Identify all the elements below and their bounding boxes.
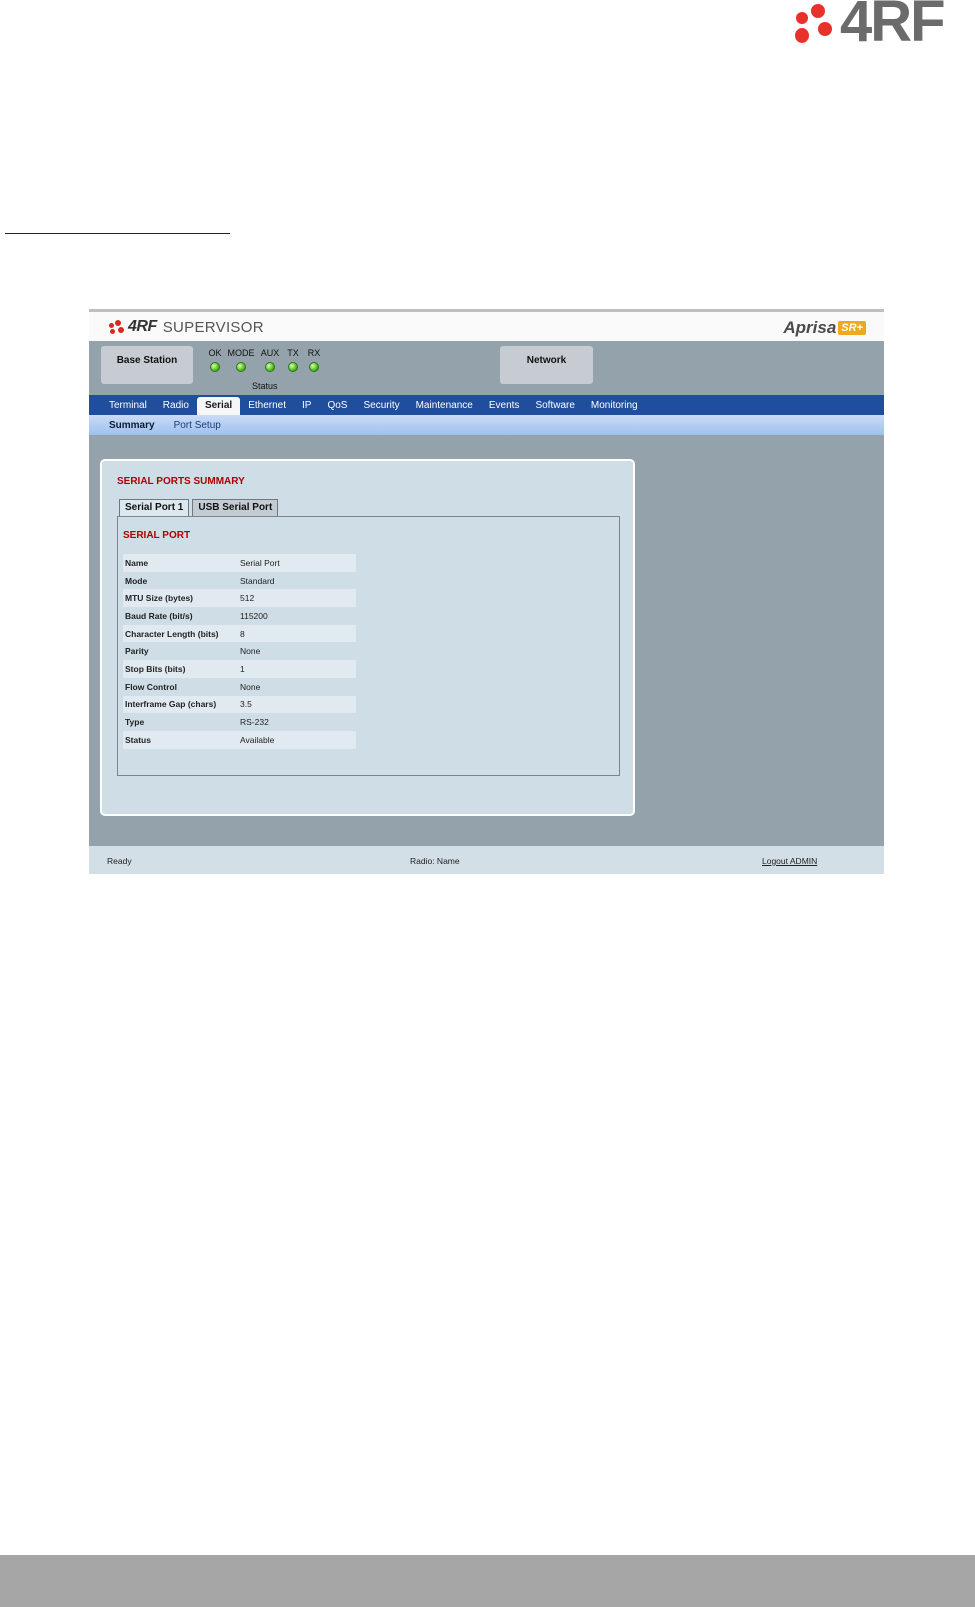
serial-port-table: Name Serial Port Mode Standard MTU Size (b… xyxy=(123,554,356,749)
port-tabs: Serial Port 1 USB Serial Port xyxy=(119,499,281,517)
row-key: MTU Size (bytes) xyxy=(123,589,238,608)
logo-dot-icon xyxy=(795,28,809,43)
supervisor-logo: 4RF SUPERVISOR xyxy=(109,318,264,336)
row-value: 3.5 xyxy=(238,695,356,714)
nav-ip[interactable]: IP xyxy=(294,397,319,415)
table-row: Type RS-232 xyxy=(123,713,356,731)
sub-nav: Summary Port Setup xyxy=(89,415,884,435)
main-nav: Terminal Radio Serial Ethernet IP QoS Se… xyxy=(89,395,884,415)
network-box: Network xyxy=(500,346,593,384)
table-row: Interframe Gap (chars) 3.5 xyxy=(123,695,356,714)
nav-monitoring[interactable]: Monitoring xyxy=(583,397,646,415)
led-indicator-icon xyxy=(309,362,319,372)
nav-radio[interactable]: Radio xyxy=(155,397,197,415)
subnav-port-setup[interactable]: Port Setup xyxy=(174,420,221,431)
table-row: Baud Rate (bit/s) 115200 xyxy=(123,607,356,625)
radio-name-text: Radio: Name xyxy=(410,856,460,866)
supervisor-name: SUPERVISOR xyxy=(162,318,264,336)
page-footer-band xyxy=(0,1555,975,1607)
led-indicator-icon xyxy=(265,362,275,372)
row-key: Character Length (bits) xyxy=(123,624,238,643)
row-key: Type xyxy=(125,717,145,728)
base-station-label: Base Station xyxy=(116,355,178,366)
base-station-box: Base Station xyxy=(101,346,193,384)
led-label: RX xyxy=(307,348,321,358)
logo-dots-icon xyxy=(109,320,125,334)
led-indicator-icon xyxy=(288,362,298,372)
led-label: MODE xyxy=(227,348,255,358)
logo-dot-icon xyxy=(811,4,825,18)
logo-dot-icon xyxy=(818,22,832,36)
table-row: Name Serial Port xyxy=(123,554,356,572)
heading-underline xyxy=(5,233,230,234)
subnav-summary[interactable]: Summary xyxy=(109,420,155,431)
aprisa-badge: SR+ xyxy=(838,321,866,335)
nav-ethernet[interactable]: Ethernet xyxy=(240,397,294,415)
row-key: Mode xyxy=(125,575,148,586)
table-row: Flow Control None xyxy=(123,678,356,696)
row-value: 1 xyxy=(238,660,356,678)
nav-serial[interactable]: Serial xyxy=(196,397,241,415)
row-key: Status xyxy=(123,730,238,749)
supervisor-window: 4RF SUPERVISOR Aprisa SR+ Base Station O… xyxy=(89,309,884,874)
table-row: Status Available xyxy=(123,730,356,749)
table-row: Mode Standard xyxy=(123,572,356,590)
tab-serial-port-1[interactable]: Serial Port 1 xyxy=(119,499,190,517)
row-value: None xyxy=(240,646,261,657)
nav-security[interactable]: Security xyxy=(355,397,407,415)
led-indicator-icon xyxy=(210,362,220,372)
row-value: RS-232 xyxy=(240,717,269,728)
serial-summary-panel: SERIAL PORTS SUMMARY Serial Port 1 USB S… xyxy=(100,459,635,816)
row-value: 115200 xyxy=(240,610,268,621)
corner-logo-text: 4RF xyxy=(840,0,946,54)
led-mode: MODE xyxy=(226,348,256,372)
nav-qos[interactable]: QoS xyxy=(319,397,355,415)
status-area: Base Station OK MODE AUX TX RX Status Ne… xyxy=(89,341,884,395)
tab-content: SERIAL PORT Name Serial Port Mode Standard… xyxy=(117,516,620,776)
table-row: Parity None xyxy=(123,642,356,660)
row-key: Stop Bits (bits) xyxy=(123,660,238,678)
status-text: Ready xyxy=(107,856,132,866)
table-row: Character Length (bits) 8 xyxy=(123,624,356,643)
corner-brand-logo: 4RF xyxy=(790,0,960,54)
row-value: 512 xyxy=(238,589,356,608)
tab-usb-serial-port[interactable]: USB Serial Port xyxy=(192,499,279,517)
table-row: MTU Size (bytes) 512 xyxy=(123,589,356,608)
led-rx: RX xyxy=(299,348,329,372)
logout-link[interactable]: Logout ADMIN xyxy=(762,856,817,866)
nav-terminal[interactable]: Terminal xyxy=(101,397,155,415)
status-bar: Ready Radio: Name Logout ADMIN xyxy=(89,846,884,874)
aprisa-name: Aprisa xyxy=(783,318,837,337)
panel-title: SERIAL PORTS SUMMARY xyxy=(117,476,245,487)
app-header: 4RF SUPERVISOR Aprisa SR+ xyxy=(89,309,884,341)
row-key: Baud Rate (bit/s) xyxy=(125,610,193,621)
nav-software[interactable]: Software xyxy=(527,397,582,415)
row-value: Standard xyxy=(240,575,275,586)
led-indicator-icon xyxy=(236,362,246,372)
row-key: Name xyxy=(123,554,238,572)
logo-dot-icon xyxy=(796,12,808,24)
row-key: Parity xyxy=(125,646,149,657)
nav-maintenance[interactable]: Maintenance xyxy=(408,397,481,415)
row-value: None xyxy=(240,681,261,692)
row-value: Serial Port xyxy=(238,554,356,572)
row-value: 8 xyxy=(238,624,356,643)
status-label: Status xyxy=(252,381,278,391)
row-key: Interframe Gap (chars) xyxy=(123,695,238,714)
table-row: Stop Bits (bits) 1 xyxy=(123,660,356,678)
network-label: Network xyxy=(526,355,567,366)
supervisor-brand: 4RF xyxy=(128,318,157,335)
aprisa-logo: Aprisa SR+ xyxy=(783,318,866,338)
row-key: Flow Control xyxy=(125,681,177,692)
nav-events[interactable]: Events xyxy=(481,397,528,415)
section-title: SERIAL PORT xyxy=(123,530,191,541)
row-value: Available xyxy=(238,730,356,749)
